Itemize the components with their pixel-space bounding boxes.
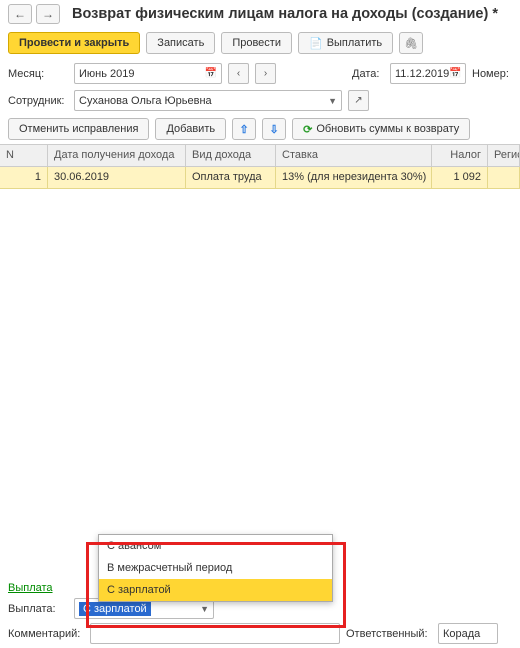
move-down-button[interactable]: ⇩	[262, 118, 286, 140]
payment-dropdown: С авансом В межрасчетный период С зарпла…	[98, 534, 333, 602]
dropdown-option-salary[interactable]: С зарплатой	[99, 579, 332, 601]
nav-back[interactable]: ←	[8, 4, 32, 24]
document-icon: 📄	[309, 37, 323, 50]
post-button[interactable]: Провести	[221, 32, 292, 54]
dropdown-option-interperiod[interactable]: В межрасчетный период	[99, 557, 332, 579]
chevron-down-icon: ▼	[200, 604, 209, 614]
employee-label: Сотрудник:	[8, 95, 68, 107]
pay-button[interactable]: 📄 Выплатить	[298, 32, 393, 54]
month-label: Месяц:	[8, 68, 68, 80]
month-value: Июнь 2019	[79, 68, 135, 80]
refresh-amounts-button[interactable]: ⟳ Обновить суммы к возврату	[292, 118, 470, 140]
save-button[interactable]: Записать	[146, 32, 215, 54]
income-table: N Дата получения дохода Вид дохода Ставк…	[0, 144, 520, 579]
paperclip-icon: 🖇	[404, 37, 418, 50]
date-value: 11.12.2019	[395, 68, 449, 80]
payment-label: Выплата:	[8, 603, 68, 615]
cell-date: 30.06.2019	[48, 167, 186, 188]
attachment-button[interactable]: 🖇	[399, 32, 423, 54]
cell-type: Оплата труда	[186, 167, 276, 188]
refresh-label: Обновить суммы к возврату	[316, 123, 459, 135]
payment-value: С зарплатой	[79, 602, 151, 616]
col-date[interactable]: Дата получения дохода	[48, 145, 186, 166]
employee-input[interactable]: Суханова Ольга Юрьевна ▼	[74, 90, 342, 111]
move-up-button[interactable]: ⇧	[232, 118, 256, 140]
table-empty	[0, 189, 520, 579]
employee-open[interactable]: ↗	[348, 90, 369, 111]
cancel-fix-button[interactable]: Отменить исправления	[8, 118, 149, 140]
arrow-down-icon: ⇩	[269, 123, 278, 136]
payment-link[interactable]: Выплата	[8, 582, 53, 594]
chevron-down-icon: ▼	[328, 96, 337, 106]
pay-label: Выплатить	[327, 37, 382, 49]
responsible-input[interactable]: Корада	[438, 623, 498, 644]
comment-input[interactable]	[90, 623, 340, 644]
add-button[interactable]: Добавить	[155, 118, 226, 140]
cell-tax: 1 092	[432, 167, 488, 188]
col-reg[interactable]: Регис	[488, 145, 520, 166]
calendar-icon: 📅	[449, 68, 461, 79]
table-header: N Дата получения дохода Вид дохода Ставк…	[0, 145, 520, 167]
dropdown-option-advance[interactable]: С авансом	[99, 535, 332, 557]
cell-reg	[488, 167, 520, 188]
month-prev[interactable]: ‹	[228, 63, 249, 84]
date-label: Дата:	[352, 68, 384, 80]
post-close-button[interactable]: Провести и закрыть	[8, 32, 140, 54]
date-input[interactable]: 11.12.2019 📅	[390, 63, 466, 84]
comment-label: Комментарий:	[8, 628, 84, 640]
employee-value: Суханова Ольга Юрьевна	[79, 95, 212, 107]
refresh-icon: ⟳	[303, 123, 312, 136]
nav-forward[interactable]: →	[36, 4, 60, 24]
responsible-label: Ответственный:	[346, 628, 432, 640]
cell-rate: 13% (для нерезидента 30%)	[276, 167, 432, 188]
page-title: Возврат физическим лицам налога на доход…	[72, 6, 498, 22]
col-rate[interactable]: Ставка	[276, 145, 432, 166]
cell-n: 1	[0, 167, 48, 188]
month-next[interactable]: ›	[255, 63, 276, 84]
col-tax[interactable]: Налог	[432, 145, 488, 166]
number-label: Номер:	[472, 68, 512, 80]
calendar-icon: 📅	[205, 68, 217, 79]
table-row[interactable]: 1 30.06.2019 Оплата труда 13% (для нерез…	[0, 167, 520, 189]
responsible-value: Корада	[443, 628, 480, 640]
col-n[interactable]: N	[0, 145, 48, 166]
col-type[interactable]: Вид дохода	[186, 145, 276, 166]
arrow-up-icon: ⇧	[239, 123, 248, 136]
month-input[interactable]: Июнь 2019 📅	[74, 63, 222, 84]
